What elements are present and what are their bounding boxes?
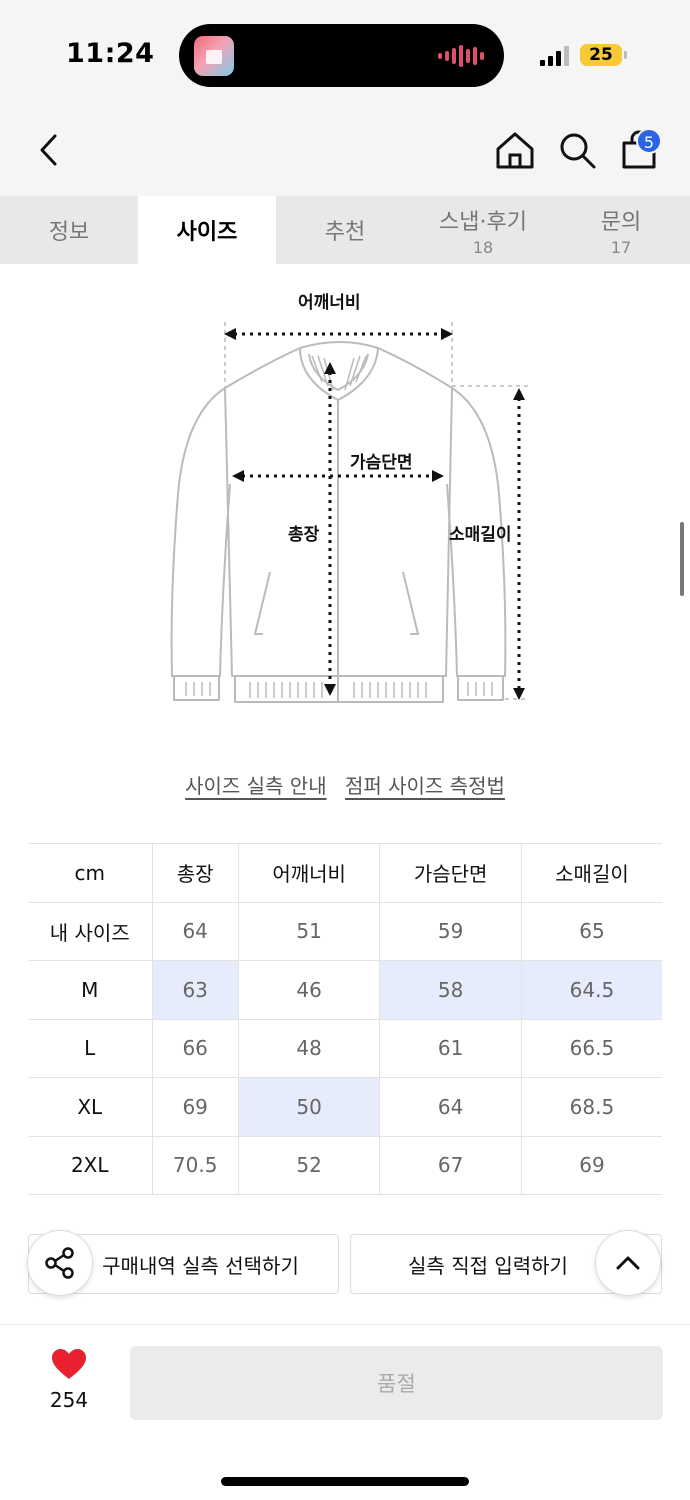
like-button[interactable]: 254 [36,1348,102,1412]
chest-label: 가슴단면 [350,453,413,473]
purchase-history-select-label: 구매내역 실측 선택하기 [102,1253,299,1278]
table-cell: 64 [379,1077,522,1137]
scrollbar[interactable] [680,522,684,596]
table-row: L 66 48 61 66.5 [28,1019,662,1078]
table-header: cm [28,843,152,903]
table-header: 가슴단면 [379,843,522,903]
audio-wave-icon [438,44,484,68]
jacket-illustration [170,322,528,703]
table-row: 내 사이즈 64 51 59 65 [28,902,662,961]
table-cell: 61 [379,1019,522,1078]
share-button[interactable] [27,1230,93,1296]
search-icon[interactable] [557,130,597,170]
status-bar: 11:24 25 [0,0,690,104]
tab-label: 추천 [324,220,366,245]
size-guide-link[interactable]: 사이즈 실측 안내 [185,774,327,798]
like-count: 254 [49,1388,89,1412]
table-cell: 69 [520,1136,662,1195]
back-arrow-icon[interactable] [30,130,70,170]
table-row: 2XL 70.5 52 67 69 [28,1136,662,1195]
row-label: L [28,1019,152,1078]
table-header: 소매길이 [520,843,662,903]
top-navigation [0,104,690,196]
size-table: cm 총장 어깨너비 가슴단면 소매길이 내 사이즈 64 51 59 65 M… [28,843,662,1195]
scroll-top-button[interactable] [595,1230,661,1296]
direct-input-label: 실측 직접 입력하기 [408,1253,568,1278]
table-cell: 59 [379,902,522,961]
sleeve-label: 소매길이 [449,525,512,545]
tab-count: 18 [472,237,494,257]
battery-tip [624,51,627,59]
table-cell-highlighted: 63 [151,960,239,1020]
table-header: 총장 [151,843,239,903]
tab-info[interactable]: 정보 [0,196,138,264]
soldout-label: 품절 [377,1372,416,1396]
tab-size[interactable]: 사이즈 [138,196,276,264]
table-cell: 68.5 [520,1077,662,1137]
status-time: 11:24 [66,38,155,69]
table-cell: 66 [151,1019,239,1078]
tab-count: 17 [610,237,632,257]
table-cell-highlighted: 50 [237,1077,380,1137]
table-cell: 69 [151,1077,239,1137]
tab-label: 스냅·후기 [439,209,527,235]
row-label: 내 사이즈 [28,902,152,961]
table-header-row: cm 총장 어깨너비 가슴단면 소매길이 [28,843,662,903]
length-label: 총장 [288,525,320,545]
row-label: XL [28,1077,152,1137]
table-cell: 64 [151,902,239,961]
size-guide-links: 사이즈 실측 안내 점퍼 사이즈 측정법 [0,770,690,799]
shoulder-label: 어깨너비 [298,293,361,313]
tab-inquiry[interactable]: 문의 17 [552,196,690,264]
row-label: M [28,960,152,1020]
tab-snap-review[interactable]: 스냅·후기 18 [414,196,552,264]
row-label: 2XL [28,1136,152,1195]
tab-recommend[interactable]: 추천 [276,196,414,264]
home-icon[interactable] [495,130,535,170]
battery-icon: 25 [580,44,622,66]
table-cell: 67 [379,1136,522,1195]
table-cell: 65 [520,902,662,961]
table-cell: 48 [237,1019,380,1078]
dynamic-island [179,24,504,87]
table-cell-highlighted: 58 [379,960,522,1020]
tab-label: 사이즈 [176,220,238,245]
table-cell: 70.5 [151,1136,239,1195]
soldout-button[interactable]: 품절 [130,1346,663,1420]
size-diagram: 어깨너비 가슴단면 총장 소매길이 [0,264,690,734]
cellular-signal-icon [540,46,569,66]
tab-bar: 정보 사이즈 추천 스냅·후기 18 문의 17 [0,196,690,264]
chevron-up-icon [616,1256,640,1270]
table-cell: 52 [237,1136,380,1195]
table-row: M 63 46 58 64.5 [28,960,662,1020]
tab-label: 문의 [600,209,642,235]
table-cell-highlighted: 64.5 [520,960,662,1020]
table-cell: 46 [237,960,380,1020]
table-cell: 51 [237,902,380,961]
cart-count-badge: 5 [636,128,662,154]
heart-icon [52,1349,86,1379]
share-icon [45,1247,74,1279]
table-cell: 66.5 [520,1019,662,1078]
tab-label: 정보 [48,220,90,245]
home-indicator[interactable] [221,1477,469,1486]
table-header: 어깨너비 [237,843,380,903]
measure-method-link[interactable]: 점퍼 사이즈 측정법 [345,774,505,798]
music-app-icon [194,36,234,76]
table-row: XL 69 50 64 68.5 [28,1077,662,1137]
